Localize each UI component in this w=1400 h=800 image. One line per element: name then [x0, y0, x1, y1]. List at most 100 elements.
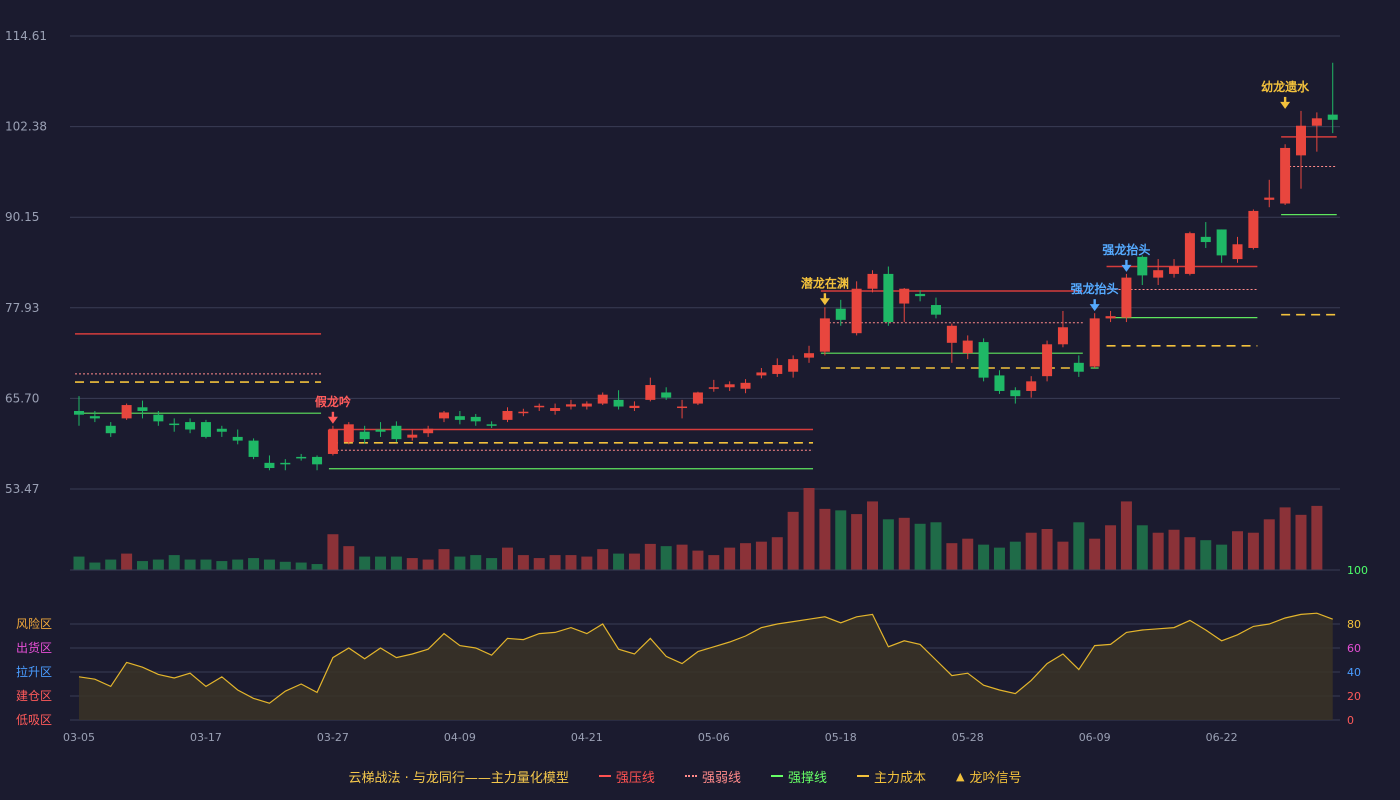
volume-bar	[914, 523, 926, 570]
volume-bar	[1120, 501, 1132, 570]
x-tick-label: 04-21	[571, 731, 603, 744]
candle-body	[978, 342, 989, 378]
volume-bar	[581, 556, 593, 570]
volume-bar	[565, 555, 577, 570]
x-tick-label: 05-06	[698, 731, 730, 744]
volume-bar	[1168, 529, 1180, 570]
candle-body	[439, 412, 450, 419]
volume-bar	[533, 558, 545, 570]
volume-bar	[1105, 525, 1117, 570]
candle-body	[1184, 233, 1195, 274]
x-tick-label: 06-22	[1206, 731, 1238, 744]
candle-body	[581, 403, 592, 407]
volume-bar	[1247, 532, 1259, 570]
candle-body	[137, 407, 148, 411]
candle-body	[962, 340, 973, 354]
candle-body	[1280, 147, 1291, 204]
volume-bar	[1232, 531, 1244, 570]
candle-body	[692, 392, 703, 404]
candle-body	[1327, 114, 1338, 120]
candle-body	[1105, 316, 1116, 319]
volume-bar	[1009, 541, 1021, 570]
oscillator-tick-label: 20	[1347, 690, 1361, 703]
volume-bar	[486, 558, 498, 570]
volume-bar	[803, 488, 815, 570]
x-tick-label: 03-05	[63, 731, 95, 744]
volume-bar	[597, 549, 609, 570]
candle-body	[756, 372, 767, 376]
candle-body	[1010, 390, 1021, 397]
candle-body	[661, 392, 672, 398]
zone-label: 建仓区	[16, 689, 52, 703]
candle-body	[1232, 244, 1243, 260]
oscillator-tick-label: 0	[1347, 714, 1354, 727]
x-tick-label: 05-28	[952, 731, 984, 744]
candle-body	[1169, 266, 1180, 274]
volume-bar	[1025, 532, 1037, 570]
x-tick-label: 03-17	[190, 731, 222, 744]
candle-body	[423, 428, 434, 434]
x-tick-label: 03-27	[317, 731, 349, 744]
candle-body	[677, 406, 688, 409]
candle-body	[550, 408, 561, 411]
candle-body	[248, 440, 259, 457]
candle-body	[296, 456, 307, 459]
volume-bar	[962, 538, 974, 570]
candle-body	[327, 429, 338, 454]
candlestick-chart: 114.61 102.38 90.15 77.93 65.70 53.47 假龙吟 潜龙在渊 强…	[5, 29, 1368, 744]
candle-body	[724, 384, 735, 388]
volume-bar	[517, 555, 529, 570]
candle-body	[312, 456, 323, 465]
volume-bar	[867, 501, 878, 570]
volume-bar	[89, 562, 101, 570]
oscillator-tick-label: 80	[1347, 618, 1361, 631]
price-tick-label: 53.47	[5, 482, 39, 496]
volume-bar	[1200, 540, 1212, 570]
volume-bar	[1073, 522, 1085, 570]
candle-body	[486, 424, 497, 426]
volume-bar	[1057, 541, 1069, 570]
volume-bar	[882, 519, 894, 570]
volume-bar	[851, 514, 863, 570]
signal-label: 潜龙在渊	[801, 275, 849, 290]
price-tick-label: 114.61	[5, 29, 47, 43]
volume-bar	[660, 546, 672, 570]
candle-body	[502, 410, 513, 420]
candle-body	[1311, 118, 1322, 126]
candle-body	[740, 382, 751, 389]
volume-bar	[898, 517, 910, 570]
candle-body	[232, 436, 243, 441]
oscillator-tick-label: 60	[1347, 642, 1361, 655]
volume-bar	[1184, 537, 1196, 570]
candle-body	[597, 394, 608, 404]
x-tick-label: 06-09	[1079, 731, 1111, 744]
candle-body	[518, 411, 529, 414]
candle-body	[708, 387, 719, 389]
volume-bar	[1041, 529, 1053, 570]
legend-item-support: 强撑线	[770, 767, 827, 786]
volume-bar	[1279, 507, 1291, 570]
volume-bar	[438, 549, 450, 570]
oscillator-tick-label: 40	[1347, 666, 1361, 679]
candle-body	[930, 305, 941, 315]
volume-bar	[771, 537, 783, 570]
candle-body	[407, 434, 418, 438]
legend-swatch	[856, 775, 869, 777]
candle-body	[915, 293, 926, 297]
volume-bar	[216, 561, 228, 570]
candle-body	[375, 429, 386, 432]
volume-bar	[1311, 505, 1323, 570]
candle-body	[216, 428, 227, 432]
candle-body	[1264, 197, 1275, 200]
candle-body	[534, 405, 545, 408]
legend-label: 主力成本	[873, 770, 926, 786]
volume-bar	[724, 547, 736, 570]
candle-body	[1057, 327, 1068, 345]
volume-bar	[390, 556, 402, 570]
volume-bar	[1152, 532, 1164, 570]
volume-bar	[263, 559, 275, 570]
signal-label: 假龙吟	[315, 394, 351, 409]
zone-label: 风险区	[16, 616, 52, 631]
candle-body	[1137, 256, 1148, 276]
candle-body	[200, 422, 211, 437]
